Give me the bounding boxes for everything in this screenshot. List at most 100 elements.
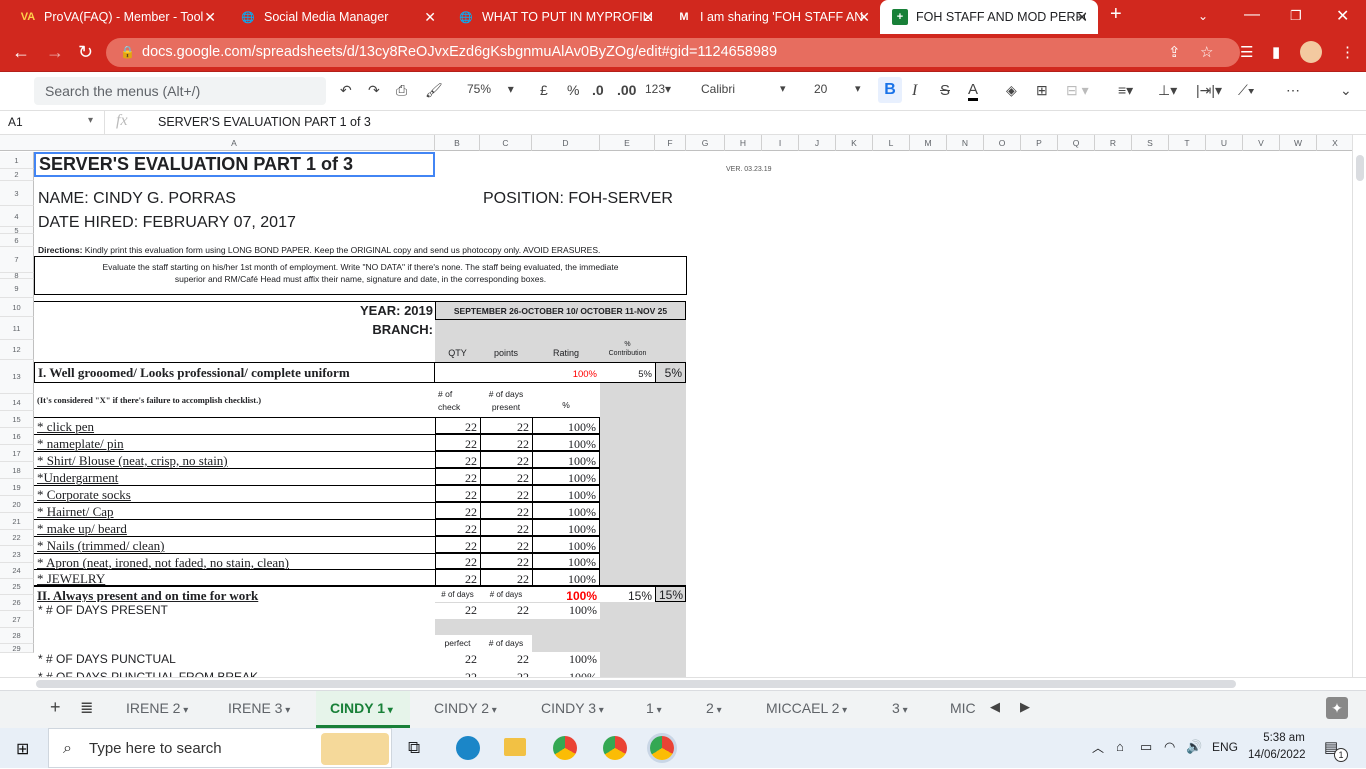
cell-d12[interactable]: 100% [435,362,600,383]
chevron-down-icon[interactable]: ▾ [780,82,786,95]
chevron-down-icon[interactable]: ▾ [596,705,604,716]
close-icon[interactable]: ✕ [204,9,216,26]
align-icon[interactable]: ≡▾ [1118,82,1133,99]
browser-tab-gmail[interactable]: M I am sharing 'FOH STAFF AN ✕ [664,0,880,34]
item-points[interactable]: 22 [480,502,532,519]
windows-start-icon[interactable]: ⊞ [16,739,29,759]
cell-a13[interactable]: (It's considered "X" if there's failure … [34,383,435,417]
share-icon[interactable]: ⇪ [1168,43,1181,61]
checklist-item-label[interactable]: *Undergarment [34,468,435,485]
checklist-item-label[interactable]: * JEWELRY [34,569,435,586]
hdr-rating[interactable]: Rating [532,348,600,358]
item-rating[interactable]: 100% [532,519,600,536]
browser-tab-myprofile[interactable]: 🌐 WHAT TO PUT IN MYPROFILE ✕ [446,0,664,34]
cell-c27[interactable]: # of days [480,635,532,652]
item-qty[interactable]: 22 [435,536,480,553]
cell-a1[interactable]: SERVER'S EVALUATION PART 1 of 3 [34,152,435,177]
item-qty[interactable]: 22 [435,553,480,569]
undo-icon[interactable]: ↶ [340,82,352,99]
browser-tab-prova[interactable]: VA ProVA(FAQ) - Member - Tool ✕ [8,0,226,34]
cell-b29[interactable]: 22 [435,668,480,677]
tray-chevron-icon[interactable]: ︿ [1092,739,1104,756]
cell-a7[interactable]: Evaluate the staff starting on his/her 1… [34,256,687,295]
item-qty[interactable]: 22 [435,519,480,536]
name-box[interactable]: A1 [8,115,23,129]
cell-c3[interactable]: POSITION: FOH-SERVER [483,190,673,208]
new-tab-icon[interactable]: + [1110,3,1122,26]
restore-icon[interactable]: ❐ [1290,8,1302,24]
scroll-right-icon[interactable]: ▶ [1020,699,1030,715]
sheet-tab-irene-2[interactable]: IRENE 2 ▾ [112,691,202,728]
scroll-thumb[interactable] [1356,155,1364,181]
chevron-down-icon[interactable]: ▾ [385,705,393,716]
file-explorer-icon[interactable] [504,738,526,756]
sheet-tab-cindy-1[interactable]: CINDY 1 ▾ [316,691,410,728]
checklist-item-label[interactable]: * Hairnet/ Cap [34,502,435,519]
item-points[interactable]: 22 [480,553,532,569]
sheet-tab-cindy-3[interactable]: CINDY 3 ▾ [527,691,617,728]
cell-a25[interactable]: * # OF DAYS PRESENT [38,603,168,617]
cell-a3[interactable]: NAME: CINDY G. PORRAS [38,190,236,208]
cell-d28[interactable]: 100% [532,652,600,668]
item-qty[interactable]: 22 [435,502,480,519]
wifi-icon[interactable]: ◠ [1164,739,1175,755]
item-qty[interactable]: 22 [435,434,480,451]
chrome-profile-icon[interactable] [603,736,627,760]
cell-b28[interactable]: 22 [435,652,480,668]
chevron-down-icon[interactable]: ▾ [900,705,908,716]
cell-a28[interactable]: * # OF DAYS PUNCTUAL [38,652,176,666]
chevron-down-icon[interactable]: ▾ [714,705,722,716]
add-sheet-icon[interactable]: + [50,697,61,718]
text-color-button[interactable]: A [968,82,979,101]
cell-a6[interactable]: Directions: Kindly print this evaluation… [38,245,600,255]
item-points[interactable]: 22 [480,417,532,434]
item-rating[interactable]: 100% [532,434,600,451]
cell-c24[interactable]: # of days [480,585,532,602]
item-rating[interactable]: 100% [532,468,600,485]
sheet-tab-cindy-2[interactable]: CINDY 2 ▾ [420,691,515,728]
chrome-active-icon[interactable] [650,736,674,760]
cell-b25[interactable]: 22 [435,603,480,619]
rotate-icon[interactable]: ⟋▾ [1238,82,1255,99]
browser-tab-social[interactable]: 🌐 Social Media Manager ✕ [228,0,446,34]
window-close-icon[interactable]: ✕ [1336,6,1349,26]
checklist-item-label[interactable]: * nameplate/ pin [34,434,435,451]
chevron-down-icon[interactable]: ▾ [654,705,662,716]
sheet-tab-mic[interactable]: MIC [936,691,986,728]
chevron-down-icon[interactable]: ▾ [489,705,497,716]
more-icon[interactable]: ⋯ [1286,82,1300,99]
item-qty[interactable]: 22 [435,451,480,468]
cell-b27[interactable]: perfect [435,635,480,652]
cell-f12[interactable]: 5% [655,362,686,383]
checklist-item-label[interactable]: * make up/ beard [34,519,435,536]
language-indicator[interactable]: ENG [1212,740,1238,754]
chevron-down-icon[interactable]: ▾ [855,82,861,95]
close-icon[interactable]: ✕ [858,9,870,26]
strikethrough-button[interactable]: S [940,82,950,99]
cell-a4[interactable]: DATE HIRED: FEBRUARY 07, 2017 [38,214,296,232]
profile-avatar[interactable] [1300,41,1322,63]
currency-button[interactable]: £ [540,82,548,98]
cell-c28[interactable]: 22 [480,652,532,668]
cell-d13[interactable]: % [532,383,600,417]
checklist-item-label[interactable]: * Corporate socks [34,485,435,502]
item-rating[interactable]: 100% [532,502,600,519]
sheet-tab-miccael-2[interactable]: MICCAEL 2 ▾ [752,691,860,728]
close-icon[interactable]: ✕ [642,9,654,26]
chrome-icon[interactable] [553,736,577,760]
horizontal-scrollbar[interactable] [0,677,1366,690]
close-icon[interactable]: ✕ [1076,9,1088,26]
cell-d24[interactable]: 100% [532,585,600,602]
cell-e12[interactable]: 5% [600,362,655,383]
forward-icon[interactable]: → [46,42,64,63]
menu-dots-icon[interactable]: ⋮ [1340,43,1355,61]
item-points[interactable]: 22 [480,434,532,451]
checklist-item-label[interactable]: * click pen [34,417,435,434]
sheet-tab-irene-3[interactable]: IRENE 3 ▾ [214,691,304,728]
item-points[interactable]: 22 [480,536,532,553]
cell-b9[interactable]: SEPTEMBER 26-OCTOBER 10/ OCTOBER 11-NOV … [435,301,686,320]
collapse-chevron-icon[interactable]: ⌄ [1340,82,1352,99]
cell-e24[interactable]: 15% [600,585,655,602]
item-rating[interactable]: 100% [532,536,600,553]
vertical-scrollbar[interactable] [1352,135,1366,677]
